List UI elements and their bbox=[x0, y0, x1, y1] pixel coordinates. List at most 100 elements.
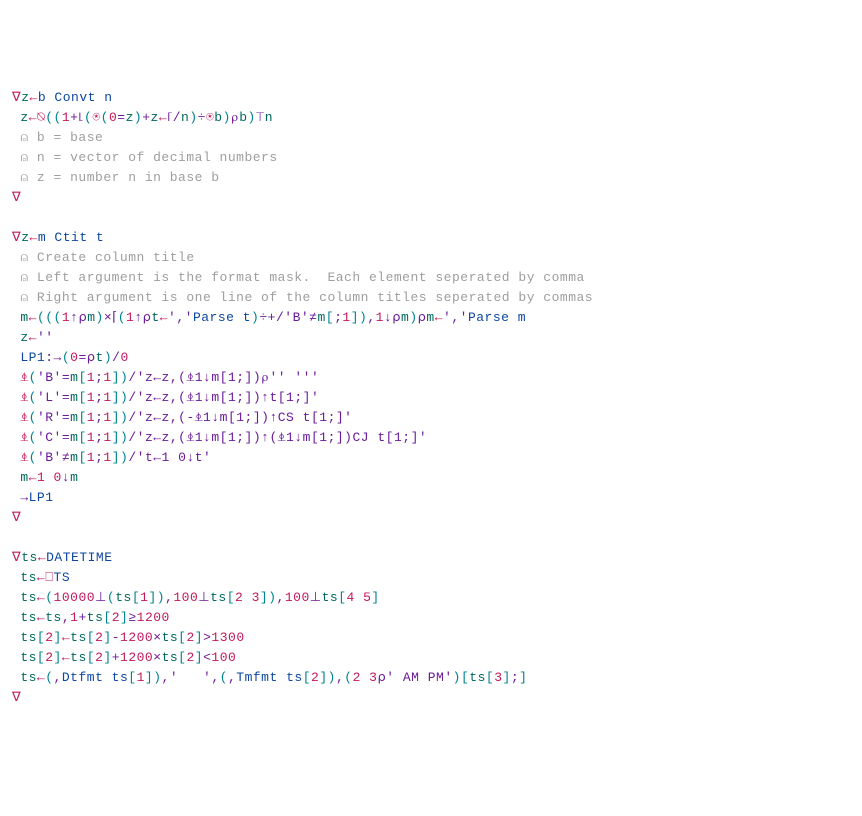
token: n bbox=[265, 110, 273, 125]
token: ts bbox=[70, 650, 87, 665]
code-block: ∇z←b Convt n z←⍉((1+⌊(⍟(0=z)+z←⌈/n)÷⍟b)⍴… bbox=[12, 88, 850, 708]
token: ← bbox=[30, 90, 38, 105]
token: m bbox=[20, 470, 28, 485]
code-line: LP1:→(0=⍴t)/0 bbox=[12, 348, 850, 368]
token: ; bbox=[511, 670, 519, 685]
token: ]) bbox=[112, 410, 129, 425]
token: ← bbox=[435, 310, 443, 325]
token: ⍎ bbox=[20, 430, 28, 445]
token: ← bbox=[62, 650, 70, 665]
token: ] bbox=[519, 670, 527, 685]
code-line: ∇ bbox=[12, 188, 850, 208]
token: (( bbox=[45, 110, 62, 125]
code-line: ts[2]←ts[2]-1200×ts[2]>1300 bbox=[12, 628, 850, 648]
token: , bbox=[54, 670, 62, 685]
token: ↓ bbox=[62, 470, 70, 485]
token: ]) bbox=[148, 590, 165, 605]
token: ]) bbox=[112, 450, 129, 465]
token: ⊥ bbox=[198, 590, 210, 605]
token: ⌈/ bbox=[167, 110, 181, 125]
token: ↓⍴ bbox=[384, 310, 401, 325]
token: 2 3 bbox=[353, 670, 378, 685]
code-line: ∇z←b Convt n bbox=[12, 88, 850, 108]
token: ⍝ Left argument is the format mask. Each… bbox=[20, 270, 585, 285]
code-line: ⍎('C'=m[1;1])/'z←z,(⍎1↓m[1;])↑(⍎1↓m[1;])… bbox=[12, 428, 850, 448]
token: t bbox=[151, 310, 159, 325]
token: +⌊ bbox=[70, 110, 84, 125]
token: ts bbox=[20, 650, 37, 665]
token: ( bbox=[29, 390, 37, 405]
token: ts bbox=[20, 610, 37, 625]
token: ← bbox=[29, 330, 37, 345]
token: [ bbox=[103, 610, 111, 625]
token: 1 bbox=[103, 450, 111, 465]
token: m bbox=[87, 310, 95, 325]
token: = bbox=[62, 370, 70, 385]
token: ] bbox=[103, 650, 111, 665]
token: 2 bbox=[112, 610, 120, 625]
token: ⍎ bbox=[20, 410, 28, 425]
token: 0 bbox=[120, 350, 128, 365]
token: 2 bbox=[45, 630, 53, 645]
token: 'L' bbox=[37, 390, 62, 405]
token: ] bbox=[103, 630, 111, 645]
token: ( bbox=[45, 670, 53, 685]
token: ← bbox=[37, 570, 45, 585]
token: ≥ bbox=[128, 610, 136, 625]
token: ts bbox=[70, 630, 87, 645]
token: = bbox=[117, 110, 125, 125]
token: m bbox=[317, 310, 325, 325]
token: 1 bbox=[376, 310, 384, 325]
token: ts bbox=[87, 610, 104, 625]
code-line: ⍝ b = base bbox=[12, 128, 850, 148]
token: ts bbox=[162, 650, 179, 665]
token: ]) bbox=[145, 670, 162, 685]
token: b bbox=[214, 110, 222, 125]
token: ( bbox=[45, 590, 53, 605]
code-line: ∇ bbox=[12, 508, 850, 528]
token: 100 bbox=[211, 650, 236, 665]
token: ⎕ bbox=[45, 570, 53, 585]
token: ⊥ bbox=[95, 590, 107, 605]
token: DATETIME bbox=[46, 550, 112, 565]
token: 1 bbox=[87, 430, 95, 445]
token: 1 bbox=[137, 670, 145, 685]
token: b bbox=[239, 110, 247, 125]
token: z bbox=[126, 110, 134, 125]
code-line: ∇ts←DATETIME bbox=[12, 548, 850, 568]
token: ) bbox=[189, 110, 197, 125]
token: ( bbox=[62, 350, 70, 365]
token: , bbox=[162, 670, 170, 685]
token: ⍉ bbox=[37, 110, 45, 125]
token: / bbox=[128, 370, 136, 385]
token: 100 bbox=[285, 590, 310, 605]
token: ]) bbox=[112, 430, 129, 445]
token: [ bbox=[87, 630, 95, 645]
token: ⍝ Create column title bbox=[20, 250, 194, 265]
token: 1200 bbox=[120, 630, 153, 645]
token: ts bbox=[20, 630, 37, 645]
token: 3 bbox=[494, 670, 502, 685]
token: ts bbox=[469, 670, 486, 685]
token: ← bbox=[29, 470, 37, 485]
token: ) bbox=[409, 310, 417, 325]
token: 1 bbox=[103, 370, 111, 385]
code-line: m←(((1↑⍴m)×⌈(1↑⍴t←','Parse t)÷+/'B'≠m[;1… bbox=[12, 308, 850, 328]
token: ∇ bbox=[12, 90, 21, 105]
token: = bbox=[62, 430, 70, 445]
token: ]) bbox=[112, 390, 129, 405]
token: - bbox=[112, 630, 120, 645]
code-line: →LP1 bbox=[12, 488, 850, 508]
token: [ bbox=[37, 630, 45, 645]
token: ← bbox=[30, 230, 38, 245]
token: [ bbox=[37, 650, 45, 665]
code-line: ⍝ Create column title bbox=[12, 248, 850, 268]
token: ⍎ bbox=[20, 390, 28, 405]
token: ↑⍴ bbox=[134, 310, 151, 325]
token: ( bbox=[344, 670, 352, 685]
token: → bbox=[20, 490, 28, 505]
token: ',' bbox=[443, 310, 468, 325]
token: 1 bbox=[87, 450, 95, 465]
token: / bbox=[128, 390, 136, 405]
token: ] bbox=[371, 590, 379, 605]
